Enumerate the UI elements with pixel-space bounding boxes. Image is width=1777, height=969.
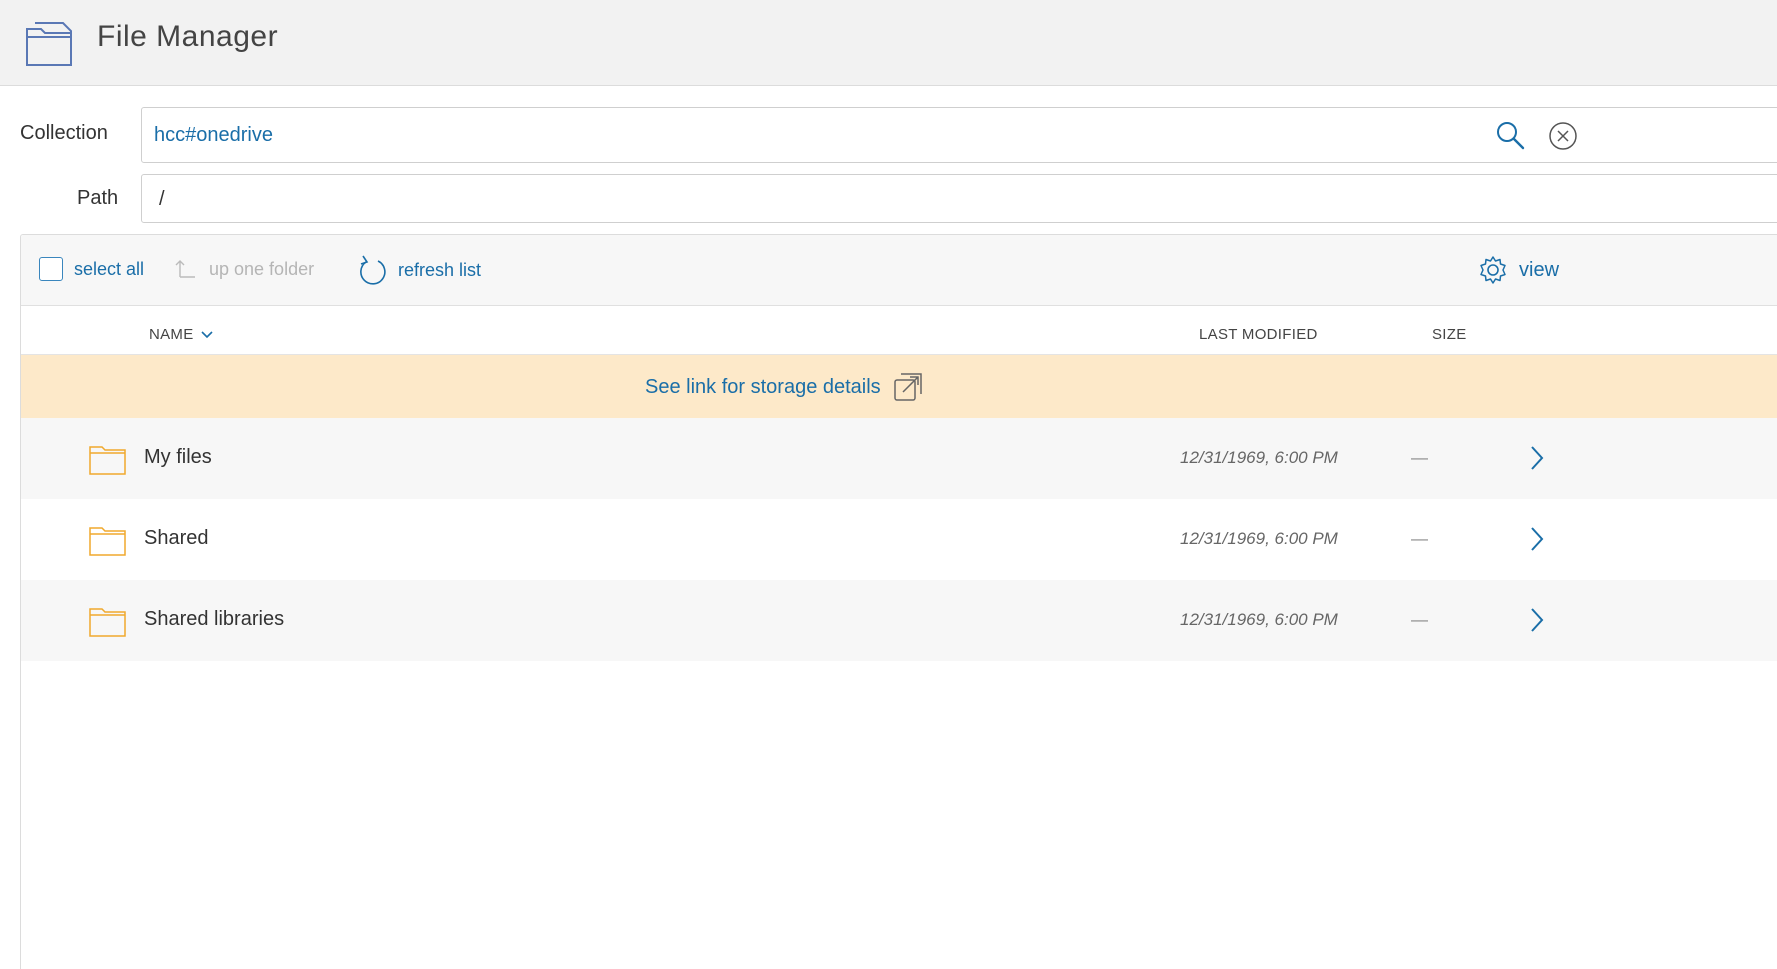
column-header: NAME LAST MODIFIED SIZE [21,306,1777,355]
up-arrow-icon [175,260,195,278]
view-label: view [1519,258,1560,281]
column-name-label: NAME [149,326,194,343]
chevron-right-icon[interactable] [1529,526,1545,552]
storage-details-banner: See link for storage details [21,355,1777,418]
select-all-checkbox[interactable] [39,257,63,281]
folder-icon [89,446,126,475]
refresh-icon [360,255,386,285]
file-modified: 12/31/1969, 6:00 PM [1180,610,1338,629]
path-input[interactable]: / [141,174,1777,223]
gear-icon [1480,256,1506,284]
chevron-down-icon [200,330,213,338]
collection-input[interactable]: hcc#onedrive [141,107,1777,163]
file-size: — [1411,448,1428,467]
folder-icon [89,608,126,637]
refresh-list-button[interactable]: refresh list [358,253,481,287]
up-one-folder-label: up one folder [209,258,315,279]
file-name[interactable]: My files [144,446,212,469]
list-item[interactable]: Shared 12/31/1969, 6:00 PM — [21,499,1777,580]
chevron-right-icon[interactable] [1529,607,1545,633]
refresh-list-label: refresh list [398,259,482,280]
view-button[interactable]: view [1478,255,1559,285]
up-one-folder-button[interactable]: up one folder [173,257,314,281]
file-modified: 12/31/1969, 6:00 PM [1180,448,1338,467]
file-list-panel: select all up one folder refresh list vi… [20,234,1777,969]
select-all-label: select all [74,258,145,279]
path-label: Path [77,187,119,209]
collection-value: hcc#onedrive [154,124,273,146]
folder-icon [89,527,126,556]
column-name-header[interactable]: NAME [149,326,214,343]
file-size: — [1411,610,1428,629]
storage-details-text: See link for storage details [645,375,881,398]
file-manager-app-icon [26,22,72,66]
file-name[interactable]: Shared libraries [144,608,284,631]
path-value: / [159,188,165,210]
file-size: — [1411,529,1428,548]
app-header: File Manager [0,0,1777,86]
external-link-icon [893,373,922,401]
collection-label: Collection [20,122,108,144]
page-title: File Manager [97,20,279,53]
clear-icon[interactable] [1548,121,1578,151]
list-item[interactable]: Shared libraries 12/31/1969, 6:00 PM — [21,580,1777,661]
list-item[interactable]: My files 12/31/1969, 6:00 PM — [21,418,1777,499]
column-size-header[interactable]: SIZE [1432,326,1467,343]
file-toolbar: select all up one folder refresh list vi… [21,235,1777,306]
select-all-button[interactable]: select all [39,257,144,281]
column-last-modified-header[interactable]: LAST MODIFIED [1199,326,1318,343]
chevron-right-icon[interactable] [1529,445,1545,471]
file-name[interactable]: Shared [144,527,209,550]
search-icon[interactable] [1495,120,1525,150]
storage-details-link[interactable]: See link for storage details [645,372,923,402]
file-modified: 12/31/1969, 6:00 PM [1180,529,1338,548]
